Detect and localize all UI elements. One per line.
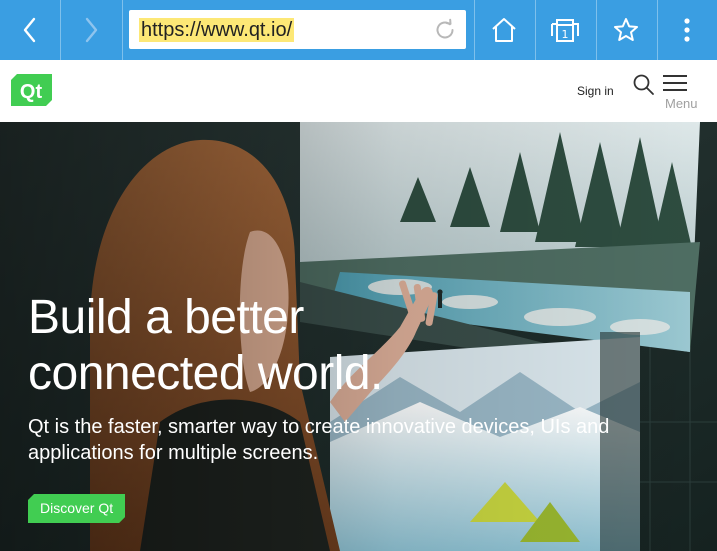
home-icon <box>492 18 516 42</box>
qt-logo[interactable]: Qt <box>11 74 52 106</box>
hero-title-line: Build a better <box>28 291 304 344</box>
back-arrow-icon <box>23 17 36 43</box>
reload-button[interactable] <box>432 17 458 43</box>
hero-title-line: connected world. <box>28 347 383 400</box>
reload-icon <box>436 18 454 39</box>
logo-text: Qt <box>20 81 43 103</box>
browser-toolbar: https://www.qt.io/ 1 <box>0 0 717 60</box>
forward-button[interactable] <box>60 0 122 60</box>
hero-subtitle-line: Qt is the faster, smarter way to create … <box>28 416 610 438</box>
bookmark-button[interactable] <box>596 0 656 60</box>
hero-banner: Build a better connected world. Qt is th… <box>0 122 717 551</box>
back-button[interactable] <box>0 0 60 60</box>
sign-in-link[interactable]: Sign in <box>577 84 614 98</box>
toolbar-divider <box>122 0 123 60</box>
site-header: Qt Sign in Menu <box>0 60 717 122</box>
tabs-button[interactable]: 1 <box>535 0 595 60</box>
hero-subtitle: Qt is the faster, smarter way to create … <box>28 414 628 466</box>
tabs-count: 1 <box>562 28 569 41</box>
qt-logo-icon: Qt <box>11 74 52 106</box>
tabs-icon: 1 <box>551 19 579 42</box>
search-button[interactable] <box>632 73 656 97</box>
more-vertical-icon <box>684 18 690 42</box>
search-icon <box>633 74 654 95</box>
hero-title: Build a better connected world. <box>28 290 508 402</box>
forward-arrow-icon <box>85 17 98 43</box>
hamburger-icon <box>663 75 687 91</box>
url-text[interactable]: https://www.qt.io/ <box>139 18 295 42</box>
overflow-menu-button[interactable] <box>657 0 717 60</box>
address-bar[interactable]: https://www.qt.io/ <box>129 10 466 49</box>
menu-label[interactable]: Menu <box>665 96 698 111</box>
discover-qt-button[interactable]: Discover Qt <box>28 494 125 523</box>
home-button[interactable] <box>474 0 534 60</box>
hero-subtitle-line: applications for multiple screens. <box>28 442 319 464</box>
star-icon <box>614 18 638 41</box>
